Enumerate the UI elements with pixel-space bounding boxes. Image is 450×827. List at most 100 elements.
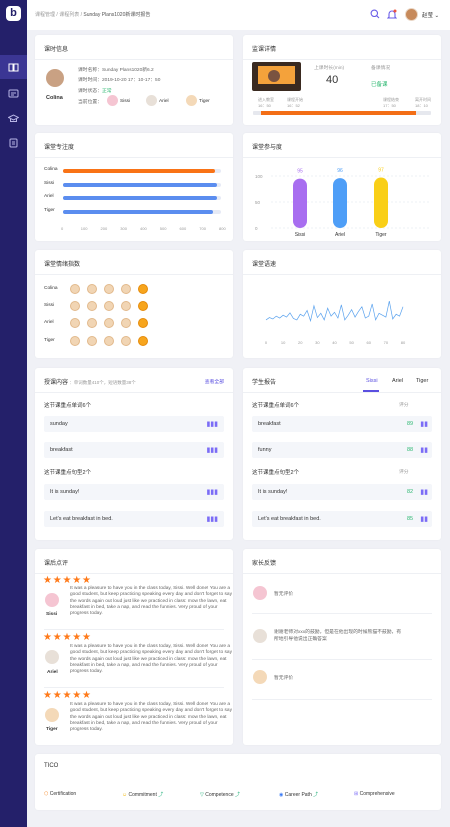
prep-label: 备课情况 xyxy=(371,66,391,71)
tiger-avatar xyxy=(253,670,267,684)
tico-commitment[interactable]: ☺ Commitment ⤴ xyxy=(122,791,163,798)
tico-certification[interactable]: ⬡ Certification xyxy=(44,791,76,797)
search-icon[interactable] xyxy=(370,9,380,19)
focus-tick-label: 200 xyxy=(100,226,108,231)
review-name: Sissi xyxy=(46,612,58,617)
user-name[interactable]: 赵莹 ⌄ xyxy=(422,11,439,19)
grid-icon: ⊞ xyxy=(354,791,359,797)
speed-tick-label: 0 xyxy=(265,340,268,345)
audio-icon: ▮▮ xyxy=(420,489,428,496)
word-row[interactable]: sunday ▮▮▮ xyxy=(44,416,224,432)
nav-graduation-icon[interactable] xyxy=(0,106,27,130)
speed-tick-label: 50 xyxy=(349,340,354,345)
audio-icon: ▮▮▮ xyxy=(206,489,218,496)
sentences-title: 这节课重点句型2个 xyxy=(252,470,300,476)
card-title: 家长反馈 xyxy=(252,561,277,567)
tab-sissi[interactable]: Sissi xyxy=(366,378,378,384)
rating-stars: ★ ★ ★ ★ ★ xyxy=(43,575,91,586)
user-avatar[interactable] xyxy=(405,8,418,21)
feedback-text: 谢谢老师对xxx的鼓励，但是在他出现的时候熊猫不鼓励，有所地引导他说出正确答案 xyxy=(274,630,402,642)
face-icon xyxy=(87,318,97,328)
breadcrumb-item[interactable]: 课程管理 xyxy=(35,12,55,18)
shield-icon: ▽ xyxy=(200,792,204,798)
duration-label: 上课时长(min) xyxy=(314,66,345,71)
tico-card: TICO xyxy=(35,754,441,810)
face-icon xyxy=(70,301,80,311)
speed-tick-label: 10 xyxy=(281,340,286,345)
card-title: 课堂语速 xyxy=(252,262,277,268)
class-video-thumbnail[interactable] xyxy=(252,62,301,91)
words-title: 这节课重点单词6个 xyxy=(44,403,92,409)
view-all-link[interactable]: 查看全部 xyxy=(205,378,224,385)
words-title: 这节课重点单词6个 xyxy=(252,403,300,409)
review-text: It was a pleasure to have you in the cla… xyxy=(70,644,232,675)
sentence-row[interactable]: It is sunday! ▮▮▮ xyxy=(44,484,224,500)
focus-bar-label: Colina xyxy=(44,167,58,172)
face-icon xyxy=(104,318,114,328)
score-label: 评分 xyxy=(399,470,409,475)
review-name: Tiger xyxy=(46,727,58,732)
card-title: 课时信息 xyxy=(44,47,69,53)
speed-tick-label: 70 xyxy=(384,340,389,345)
participation-card: 课堂参与度 100 50 0 95 Sissi 96 Ariel 97 Tiger xyxy=(243,133,441,241)
position-student: Sissi xyxy=(120,99,131,104)
bell-icon[interactable] xyxy=(387,9,397,20)
audio-icon: ▮▮▮ xyxy=(206,447,218,454)
participation-value-label: 96 xyxy=(337,168,343,174)
focus-bar-track xyxy=(63,182,221,187)
speed-chart: 0 10 20 30 40 50 60 70 80 xyxy=(265,301,406,345)
tico-comprehensive[interactable]: ⊞ Comprehensive xyxy=(354,791,395,797)
card-title: 学生报告 xyxy=(252,380,277,386)
word-row[interactable]: breakfast 89 ▮▮ xyxy=(252,416,432,432)
participation-tick-label: 100 xyxy=(255,174,263,179)
medal-icon: ⬡ xyxy=(44,791,49,797)
app-logo: b xyxy=(6,6,21,21)
tab-tiger[interactable]: Tiger xyxy=(416,378,428,384)
focus-bar xyxy=(63,209,214,214)
focus-bar-label: Ariel xyxy=(44,194,54,199)
sentence-row[interactable]: Let's eat breakfast in bed. ▮▮▮ xyxy=(44,511,224,527)
nav-course-icon[interactable] xyxy=(0,55,27,79)
nav-document-icon[interactable] xyxy=(0,131,27,155)
card-title: 授课内容 ：单词数量410个，短语数量38个 xyxy=(44,380,136,386)
breadcrumb-item[interactable]: 课程列表 xyxy=(59,12,79,18)
pig-avatar xyxy=(253,586,267,600)
face-icon xyxy=(104,284,114,294)
face-icon xyxy=(70,336,80,346)
sentence-row[interactable]: Let's eat breakfast in bed. 85 ▮▮ xyxy=(252,511,432,527)
focus-tick-label: 500 xyxy=(159,226,167,231)
rating-stars: ★ ★ ★ ★ ★ xyxy=(43,690,91,701)
lesson-info-card: 课时信息 Colina 课时名称：Sunday Plans1020新6.2 课时… xyxy=(35,35,233,125)
focus-tick-label: 400 xyxy=(140,226,147,231)
lesson-status: 课时状态：正常 xyxy=(78,89,112,94)
feedback-text: 暂无评价 xyxy=(274,676,294,681)
participation-value-label: 97 xyxy=(378,168,384,174)
participation-category-label: Sissi xyxy=(295,232,306,238)
card-title: TICO xyxy=(44,763,59,769)
focus-tick-label: 100 xyxy=(80,226,88,231)
pig-avatar xyxy=(107,95,118,106)
word-row[interactable]: breakfast ▮▮▮ xyxy=(44,442,224,458)
target-icon: ◉ xyxy=(279,792,284,798)
reviews-card: 课后点评 ★ ★ ★ ★ ★ Sissi It was a pleasure t… xyxy=(35,549,233,745)
nav-idcard-icon[interactable] xyxy=(0,81,27,105)
tico-career-path[interactable]: ◉ Career Path ⤴ xyxy=(279,791,318,798)
participation-category-label: Ariel xyxy=(335,232,345,238)
face-icon xyxy=(121,301,131,311)
timeline-time: 16：52 xyxy=(287,103,300,108)
tico-competence[interactable]: ▽ Competence ⤴ xyxy=(200,791,240,798)
review-name: Ariel xyxy=(47,670,58,675)
tab-ariel[interactable]: Ariel xyxy=(392,378,403,384)
dog-avatar xyxy=(45,650,59,664)
word-row[interactable]: funny 88 ▮▮ xyxy=(252,442,432,458)
timeline-progress xyxy=(261,111,416,115)
focus-card: 课堂专注度 Colina Sissi Ariel Tiger 0 100 200 300 40… xyxy=(35,133,233,241)
face-icon xyxy=(121,336,131,346)
participation-bar xyxy=(293,178,307,228)
sentence-row[interactable]: It is sunday! 82 ▮▮ xyxy=(252,484,432,500)
timeline-time: 16：50 xyxy=(258,103,271,108)
review-text: It was a pleasure to have you in the cla… xyxy=(70,586,232,617)
pig-avatar xyxy=(45,593,59,607)
focus-tick-label: 0 xyxy=(61,226,64,231)
angry-face-icon xyxy=(138,318,148,328)
